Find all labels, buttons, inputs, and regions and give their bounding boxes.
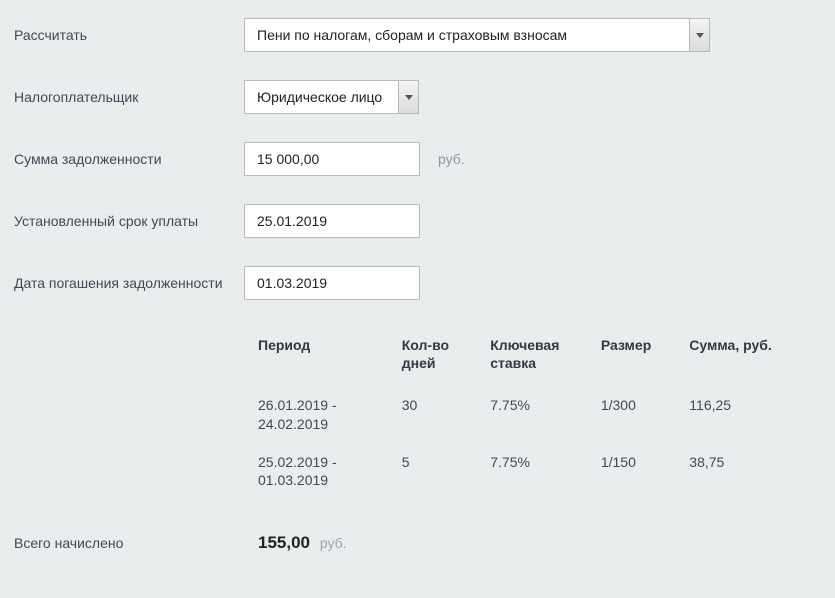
calculate-select[interactable]: Пени по налогам, сборам и страховым взно… xyxy=(244,18,710,52)
due-date-label: Установленный срок уплаты xyxy=(14,204,244,230)
col-days: Кол-во дней xyxy=(402,336,490,390)
results-table: Период Кол-во дней Ключевая ставка Разме… xyxy=(258,336,811,503)
debt-amount-unit: руб. xyxy=(438,151,465,167)
cell-rate: 7.75% xyxy=(490,447,601,503)
total-value: 155,00 xyxy=(258,533,310,552)
payoff-date-input[interactable]: 01.03.2019 xyxy=(244,266,420,300)
total-label: Всего начислено xyxy=(14,535,258,551)
taxpayer-label: Налогоплательщик xyxy=(14,80,244,106)
taxpayer-select-value: Юридическое лицо xyxy=(257,89,392,105)
calculate-label: Рассчитать xyxy=(14,18,244,44)
table-row: 25.02.2019 - 01.03.2019 5 7.75% 1/150 38… xyxy=(258,447,811,503)
payoff-date-value: 01.03.2019 xyxy=(257,275,327,291)
taxpayer-select[interactable]: Юридическое лицо xyxy=(244,80,419,114)
cell-sum: 38,75 xyxy=(689,447,811,503)
table-row: 26.01.2019 - 24.02.2019 30 7.75% 1/300 1… xyxy=(258,390,811,446)
debt-amount-input[interactable]: 15 000,00 xyxy=(244,142,420,176)
chevron-down-icon xyxy=(398,81,418,113)
cell-sum: 116,25 xyxy=(689,390,811,446)
chevron-down-icon xyxy=(689,19,709,51)
table-header-row: Период Кол-во дней Ключевая ставка Разме… xyxy=(258,336,811,390)
calculate-select-value: Пени по налогам, сборам и страховым взно… xyxy=(257,27,683,43)
col-rate: Ключевая ставка xyxy=(490,336,601,390)
cell-rate: 7.75% xyxy=(490,390,601,446)
debt-amount-value: 15 000,00 xyxy=(257,151,319,167)
cell-size: 1/150 xyxy=(601,447,689,503)
col-sum: Сумма, руб. xyxy=(689,336,811,390)
due-date-value: 25.01.2019 xyxy=(257,213,327,229)
cell-days: 30 xyxy=(402,390,490,446)
col-period: Период xyxy=(258,336,402,390)
debt-amount-label: Сумма задолженности xyxy=(14,142,244,168)
col-size: Размер xyxy=(601,336,689,390)
cell-size: 1/300 xyxy=(601,390,689,446)
cell-days: 5 xyxy=(402,447,490,503)
cell-period: 26.01.2019 - 24.02.2019 xyxy=(258,390,402,446)
payoff-date-label: Дата погашения задолженности xyxy=(14,266,244,292)
due-date-input[interactable]: 25.01.2019 xyxy=(244,204,420,238)
cell-period: 25.02.2019 - 01.03.2019 xyxy=(258,447,402,503)
total-unit: руб. xyxy=(320,535,347,551)
